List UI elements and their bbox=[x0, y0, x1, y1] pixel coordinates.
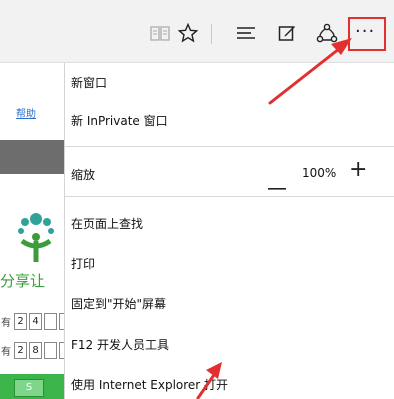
share-icon[interactable] bbox=[316, 22, 338, 44]
grid-cell[interactable]: 4 bbox=[29, 313, 42, 330]
menu-item-new-window[interactable]: 新窗口 bbox=[71, 74, 107, 91]
grid-cell[interactable]: 2 bbox=[14, 313, 27, 330]
star-icon[interactable] bbox=[178, 22, 198, 44]
grid-cell[interactable]: 8 bbox=[29, 342, 42, 359]
menu-item-new-inprivate[interactable]: 新 InPrivate 窗口 bbox=[71, 112, 168, 129]
menu-divider bbox=[65, 196, 394, 197]
menu-item-pin-to-start[interactable]: 固定到"开始"屏幕 bbox=[71, 295, 166, 312]
grid-cell[interactable] bbox=[44, 342, 57, 359]
menu-item-find-on-page[interactable]: 在页面上查找 bbox=[71, 215, 143, 232]
hub-icon[interactable] bbox=[236, 22, 256, 44]
zoom-in-button[interactable]: + bbox=[349, 159, 367, 181]
page-nav-band bbox=[0, 140, 64, 174]
help-link[interactable]: 帮助 bbox=[16, 105, 36, 120]
menu-item-open-with-ie[interactable]: 使用 Internet Explorer 打开 bbox=[71, 376, 228, 393]
menu-divider bbox=[65, 146, 394, 147]
more-icon[interactable]: ··· bbox=[355, 21, 375, 42]
page-slogan: 分享让 bbox=[0, 272, 46, 290]
menu-item-print[interactable]: 打印 bbox=[71, 255, 95, 272]
page-green-button[interactable]: S bbox=[14, 379, 44, 397]
zoom-out-button[interactable] bbox=[268, 175, 286, 194]
menu-item-f12-tools[interactable]: F12 开发人员工具 bbox=[71, 336, 169, 353]
grid-cell[interactable] bbox=[44, 313, 57, 330]
browser-toolbar: ··· bbox=[0, 0, 394, 63]
zoom-level: 100% bbox=[302, 166, 337, 180]
row-label: 有 bbox=[1, 347, 11, 358]
reading-view-icon[interactable] bbox=[150, 22, 170, 44]
grid-cell[interactable]: 2 bbox=[14, 342, 27, 359]
row-label: 有 bbox=[1, 318, 11, 329]
form-row: 有 2 8 bbox=[0, 342, 72, 359]
menu-item-zoom-label: 缩放 bbox=[71, 168, 96, 182]
site-logo-icon bbox=[16, 207, 56, 263]
more-actions-menu: 新窗口 新 InPrivate 窗口 缩放 100% + 在页面上查找 打印 固… bbox=[64, 63, 394, 399]
web-note-icon[interactable] bbox=[278, 22, 296, 44]
form-row: 有 2 4 bbox=[0, 313, 72, 330]
toolbar-separator bbox=[211, 24, 212, 44]
